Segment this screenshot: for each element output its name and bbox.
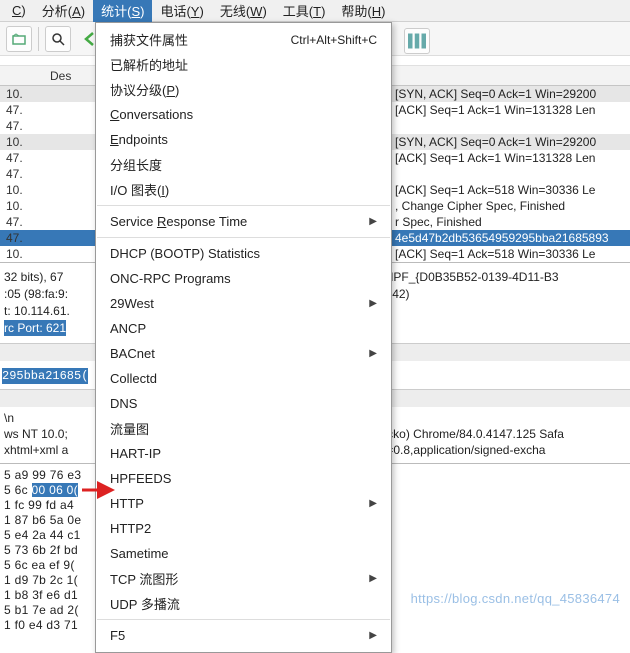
statistics-menu-dropdown: 捕获文件属性Ctrl+Alt+Shift+C已解析的地址协议分级(P)Conve… xyxy=(95,22,392,653)
menu-statistics[interactable]: 统计(S) xyxy=(93,0,152,22)
menu-separator xyxy=(97,619,390,620)
submenu-arrow-icon: ▶ xyxy=(369,573,377,584)
menu-capture[interactable]: C) xyxy=(4,1,34,20)
watermark: https://blog.csdn.net/qq_45836474 xyxy=(411,591,620,606)
menu-item[interactable]: HPFEEDS xyxy=(96,466,391,491)
menu-item[interactable]: Conversations xyxy=(96,102,391,127)
menu-item[interactable]: BACnet▶ xyxy=(96,341,391,366)
submenu-arrow-icon: ▶ xyxy=(369,216,377,227)
menu-separator xyxy=(97,237,390,238)
menu-item[interactable]: UDP 多播流 xyxy=(96,591,391,616)
search-icon xyxy=(50,31,66,47)
menu-item[interactable]: Collectd xyxy=(96,366,391,391)
submenu-arrow-icon: ▶ xyxy=(369,298,377,309)
columns-button[interactable] xyxy=(404,28,430,54)
menu-item[interactable]: 已解析的地址 xyxy=(96,52,391,77)
menu-item[interactable]: Sametime xyxy=(96,541,391,566)
menu-item[interactable]: TCP 流图形▶ xyxy=(96,566,391,591)
menu-item[interactable]: HART-IP xyxy=(96,441,391,466)
menu-item[interactable]: F5▶ xyxy=(96,623,391,648)
submenu-arrow-icon: ▶ xyxy=(369,630,377,641)
menu-item[interactable]: ONC-RPC Programs xyxy=(96,266,391,291)
menu-telephony[interactable]: 电话(Y) xyxy=(152,0,211,22)
find-button[interactable] xyxy=(45,26,71,52)
menubar: C) 分析(A) 统计(S) 电话(Y) 无线(W) 工具(T) 帮助(H) xyxy=(0,0,630,22)
menu-separator xyxy=(97,205,390,206)
menu-item[interactable]: 29West▶ xyxy=(96,291,391,316)
menu-item[interactable]: 协议分级(P) xyxy=(96,77,391,102)
menu-help[interactable]: 帮助(H) xyxy=(333,0,393,22)
toolbar-sep xyxy=(38,27,39,51)
menu-item[interactable]: HTTP▶ xyxy=(96,491,391,516)
menu-analyze[interactable]: 分析(A) xyxy=(34,0,93,22)
detail-selected: rc Port: 621 xyxy=(4,320,66,336)
menu-tools[interactable]: 工具(T) xyxy=(275,0,334,22)
menu-wireless[interactable]: 无线(W) xyxy=(212,0,275,22)
columns-icon xyxy=(405,29,429,53)
menu-item[interactable]: Service Response Time▶ xyxy=(96,209,391,234)
menu-item[interactable]: HTTP2 xyxy=(96,516,391,541)
menu-item[interactable]: I/O 图表(I) xyxy=(96,177,391,202)
menu-item[interactable]: Endpoints xyxy=(96,127,391,152)
folder-icon xyxy=(11,31,27,47)
menu-item[interactable]: ANCP xyxy=(96,316,391,341)
menu-item[interactable]: 分组长度 xyxy=(96,152,391,177)
menu-item[interactable]: 捕获文件属性Ctrl+Alt+Shift+C xyxy=(96,27,391,52)
menu-item[interactable]: 流量图 xyxy=(96,416,391,441)
submenu-arrow-icon: ▶ xyxy=(369,348,377,359)
menu-item[interactable]: DHCP (BOOTP) Statistics xyxy=(96,241,391,266)
stop-capture-button[interactable] xyxy=(6,26,32,52)
menu-item[interactable]: DNS xyxy=(96,391,391,416)
submenu-arrow-icon: ▶ xyxy=(369,498,377,509)
